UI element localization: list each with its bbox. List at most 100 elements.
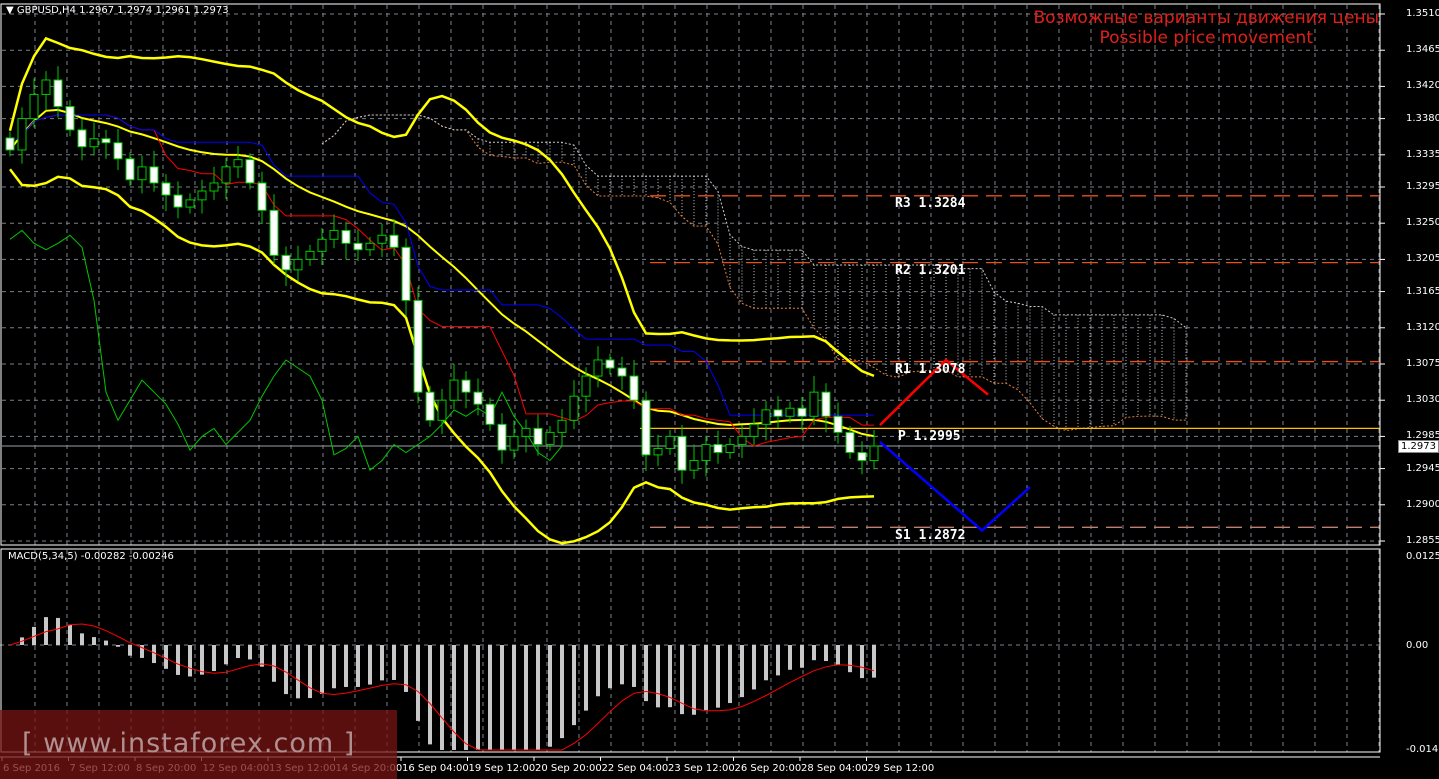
current-price-tag: 1.2973 [1398, 440, 1439, 453]
candle-bull [317, 238, 327, 252]
candle-bear [473, 391, 483, 405]
candle-bear [833, 415, 843, 433]
candle-bear [77, 129, 87, 148]
macd-tick: 0.00 [1406, 640, 1429, 651]
candle-bear [161, 182, 171, 196]
title-ru: Возможные варианты движения цены [1033, 8, 1379, 28]
candle-bear [101, 138, 111, 144]
candles [5, 66, 879, 484]
candle-bull [41, 79, 51, 95]
candle-bull [749, 423, 759, 437]
candle-bull [653, 447, 663, 456]
candle-bull [293, 258, 303, 271]
price-tick-label: 1.3165 [1406, 285, 1439, 297]
candle-bull [209, 182, 219, 192]
macd-label: MACD(5,34,5) -0.00282 -0.00246 [8, 551, 174, 562]
candle-bear [65, 106, 75, 131]
candle-bear [425, 391, 435, 421]
candle-bull [689, 460, 699, 471]
price-tick-label: 1.2985 [1406, 430, 1439, 442]
candle-bear [245, 159, 255, 184]
candle-bull [185, 199, 195, 208]
pivot-label: S1 1.2872 [895, 528, 966, 544]
candle-bull [569, 395, 579, 421]
candle-bear [281, 254, 291, 271]
candle-bear [353, 242, 363, 251]
dropdown-triangle-icon[interactable]: ▼ [6, 5, 17, 16]
candle-bear [113, 142, 123, 160]
candle-bull [725, 443, 735, 453]
candle-bear [149, 166, 159, 184]
time-tick-label: 29 Sep 12:00 [867, 763, 935, 774]
symbol-header[interactable]: ▼ GBPUSD,H4 1.2967 1.2974 1.2961 1.2973 [6, 5, 229, 16]
candle-bull [737, 435, 747, 445]
candle-bear [461, 379, 471, 393]
candle-bear [857, 451, 867, 462]
pivot-label: R2 1.3201 [895, 262, 966, 278]
candle-bull [545, 431, 555, 445]
candle-bull [89, 138, 99, 148]
price-tick-label: 1.3120 [1406, 321, 1439, 333]
candle-bear [53, 79, 63, 108]
indicators [8, 36, 875, 545]
candle-bear [845, 431, 855, 453]
candle-bull [593, 359, 603, 377]
candle-bull [437, 399, 447, 421]
chart-title: Возможные варианты движения цены Possible… [1033, 8, 1379, 48]
candle-bull [509, 435, 519, 451]
price-tick-label: 1.3295 [1406, 180, 1439, 192]
price-chart[interactable] [0, 0, 1439, 779]
time-tick-label: 16 Sep 04:00 [402, 763, 469, 774]
candle-bear [413, 299, 423, 393]
candle-bull [377, 234, 387, 244]
candle-bear [629, 375, 639, 401]
macd-tick: 0.01259 [1406, 551, 1439, 562]
price-tick-label: 1.3380 [1406, 112, 1439, 124]
symbol-info: GBPUSD,H4 1.2967 1.2974 1.2961 1.2973 [16, 5, 229, 16]
time-tick-label: 28 Sep 04:00 [801, 763, 868, 774]
pivot-label: P 1.2995 [898, 429, 961, 445]
candle-bull [665, 435, 675, 449]
candle-bull [785, 407, 795, 417]
price-tick-label: 1.2945 [1406, 462, 1439, 474]
candle-bull [197, 190, 207, 201]
time-tick-label: 19 Sep 12:00 [468, 763, 536, 774]
candle-bear [677, 435, 687, 471]
price-tick-label: 1.2900 [1406, 498, 1439, 510]
candle-bull [221, 166, 231, 184]
candle-bear [401, 246, 411, 301]
candle-bull [365, 242, 375, 251]
pivot-label: R3 1.3284 [895, 195, 966, 211]
candle-bear [485, 403, 495, 425]
price-tick-label: 1.3420 [1406, 80, 1439, 92]
candle-bull [557, 419, 567, 433]
macd-tick: -0.01478 [1406, 744, 1439, 755]
time-tick-label: 20 Sep 20:00 [535, 763, 602, 774]
candle-bear [533, 427, 543, 445]
time-tick-label: 26 Sep 20:00 [734, 763, 802, 774]
candle-bear [125, 158, 135, 181]
candle-bear [617, 367, 627, 377]
time-tick-label: 23 Sep 12:00 [668, 763, 735, 774]
candle-bear [605, 359, 615, 369]
candle-bear [821, 391, 831, 417]
candle-bull [701, 443, 711, 462]
watermark-text: [ www.instaforex.com ] [22, 728, 356, 759]
candle-bull [137, 166, 147, 181]
bollinger-middle [9, 108, 875, 438]
price-tick-label: 1.3205 [1406, 253, 1439, 265]
title-en: Possible price movement [1099, 28, 1313, 48]
candle-bull [521, 427, 531, 437]
price-tick-label: 1.3465 [1406, 44, 1439, 56]
watermark: [ www.instaforex.com ] [0, 710, 397, 779]
bearish-projection-line [879, 441, 1031, 533]
candle-bull [233, 159, 243, 168]
bollinger-lower [9, 168, 875, 545]
candle-bear [341, 229, 351, 244]
price-tick-label: 1.3075 [1406, 357, 1439, 369]
candle-bull [329, 229, 339, 240]
candle-bull [305, 250, 315, 260]
candle-bear [497, 423, 507, 451]
kijun-line [9, 114, 874, 416]
candle-bull [449, 379, 459, 401]
